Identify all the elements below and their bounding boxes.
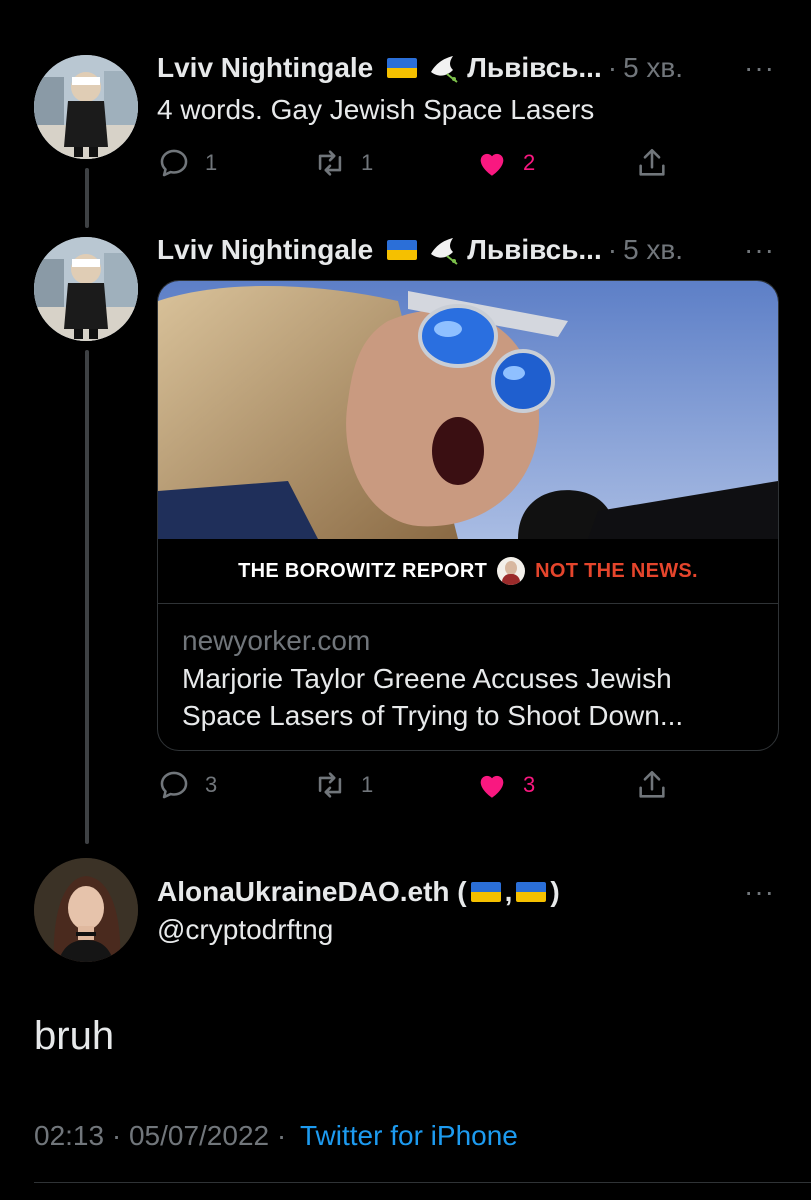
display-name[interactable]: AlonaUkraineDAO.eth ( [157,876,467,908]
tweet-meta: 02:13 · 05/07/2022 · Twitter for iPhone [34,1120,518,1152]
reply-icon [160,149,188,177]
tweet-source-link[interactable]: Twitter for iPhone [300,1120,518,1151]
heart-icon [480,153,504,176]
dove-icon [431,238,458,265]
tweet-header: Lviv Nightingale Львівсь... · 5 хв. [157,52,684,84]
tweet-time[interactable]: 5 хв. [623,52,683,84]
banner-title: THE BOROWITZ REPORT [238,559,488,582]
main-tweet-header: AlonaUkraineDAO.eth ( , ) [157,872,560,912]
retweet-icon [318,772,342,798]
display-name-end: ) [550,876,560,907]
share-icon [639,770,665,798]
tweet-text: 4 words. Gay Jewish Space Lasers [157,94,595,125]
tweet-timestamp: 02:13 · 05/07/2022 · [34,1120,287,1151]
display-name-suffix: Львівсь... [467,52,602,83]
share-button[interactable] [635,768,669,802]
display-name-suffix: Львівсь... [467,234,602,265]
tweet-actions: 3 1 3 [157,768,677,808]
main-tweet-text: bruh [34,1014,115,1058]
reply-icon [160,771,188,799]
reply-count: 3 [205,772,218,797]
like-count: 2 [523,150,536,175]
like-count: 3 [523,772,536,797]
more-icon[interactable]: ··· [744,876,775,908]
display-name-separator: , [504,876,513,907]
card-title-line-1: Marjorie Taylor Greene Accuses Jewish [182,663,672,694]
retweet-icon [318,150,342,176]
retweet-button[interactable]: 1 [313,146,373,180]
retweet-button[interactable]: 1 [313,768,373,802]
avatar[interactable] [34,237,138,341]
card-domain: newyorker.com [182,625,371,656]
more-icon[interactable]: ··· [744,52,775,84]
reply-button[interactable]: 3 [157,768,217,802]
reply-button[interactable]: 1 [157,146,217,180]
user-handle[interactable]: @cryptodrftng [157,914,333,946]
divider [34,1182,811,1183]
card-banner: THE BOROWITZ REPORT NOT THE NEWS. [158,539,778,604]
card-image [158,281,778,539]
link-card[interactable]: THE BOROWITZ REPORT NOT THE NEWS. newyor… [157,280,779,751]
thread-line-2 [85,350,89,844]
avatar[interactable] [34,858,138,962]
tweet-header: Lviv Nightingale Львівсь... · 5 хв. [157,234,684,266]
card-title-line-2: Space Lasers of Trying to Shoot Down... [182,700,684,731]
display-name[interactable]: Lviv Nightingale [157,234,373,266]
borowitz-avatar-icon [497,557,526,585]
reply-count: 1 [205,150,218,175]
share-icon [639,148,665,176]
tweet-time[interactable]: 5 хв. [623,234,683,266]
ukraine-flag-icon [470,882,501,902]
avatar[interactable] [34,55,138,159]
ukraine-flag-icon [387,58,418,78]
retweet-count: 1 [361,150,374,175]
more-icon[interactable]: ··· [744,234,775,266]
tweet-actions: 1 1 2 [157,146,677,186]
like-button[interactable]: 2 [475,146,535,180]
display-name[interactable]: Lviv Nightingale [157,52,373,84]
like-button[interactable]: 3 [475,768,535,802]
dove-icon [431,56,458,83]
thread-line-1 [85,168,89,228]
retweet-count: 1 [361,772,374,797]
ukraine-flag-icon [516,882,547,902]
ukraine-flag-icon [387,240,418,260]
banner-tagline: NOT THE NEWS. [535,559,698,582]
share-button[interactable] [635,146,669,180]
heart-icon [480,775,504,798]
